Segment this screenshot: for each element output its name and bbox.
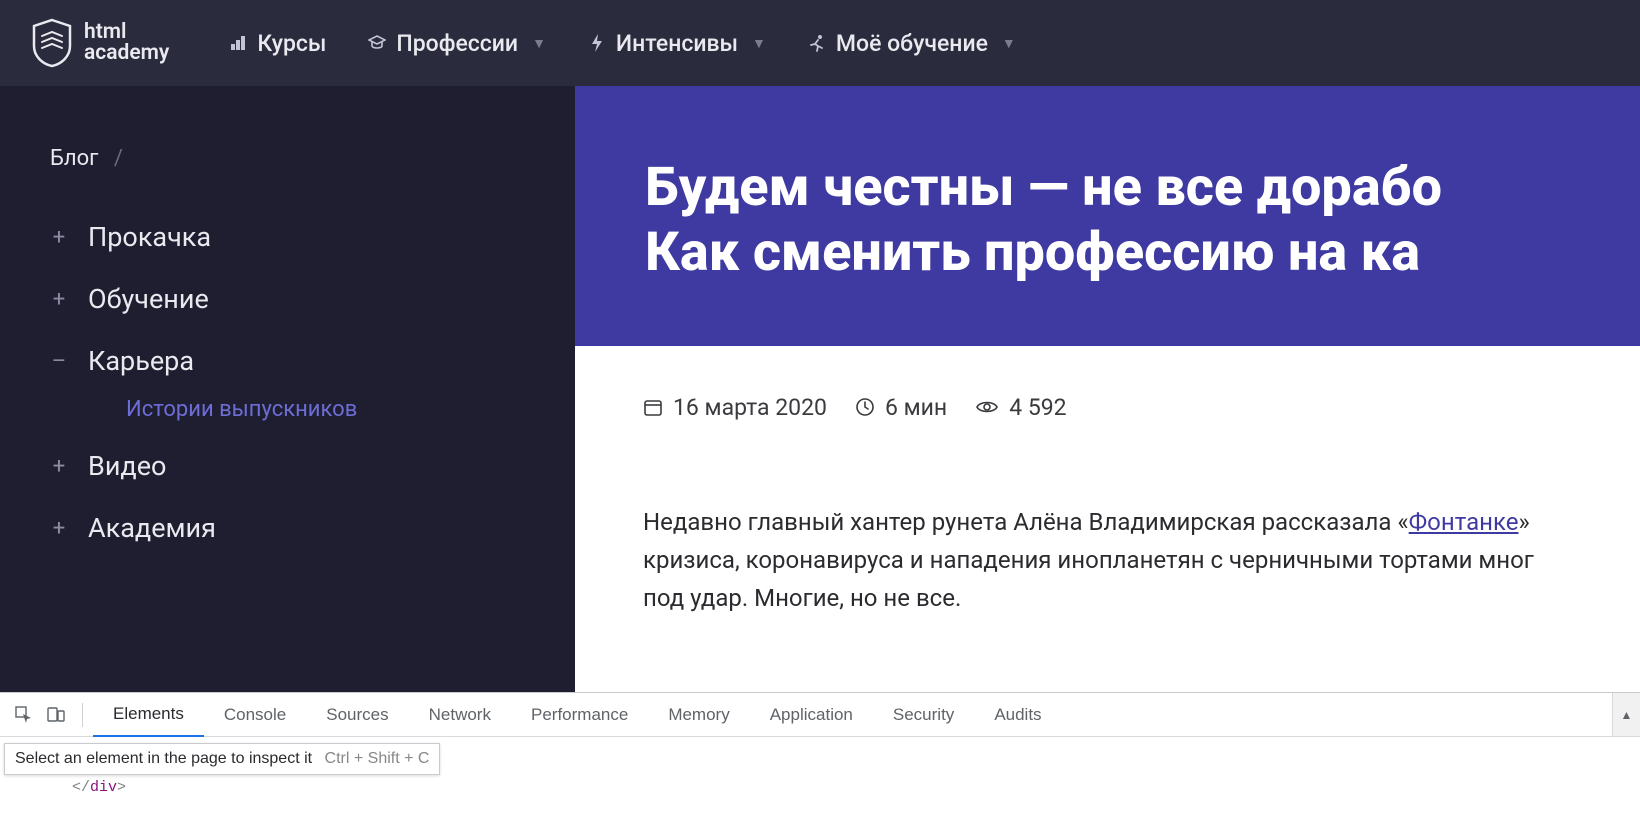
chevron-down-icon: ▼ <box>752 35 766 52</box>
nav-courses[interactable]: Курсы <box>229 30 326 57</box>
text-run: » <box>1518 508 1529 536</box>
minus-icon: – <box>50 349 68 374</box>
logo-text-line1: html <box>84 22 169 43</box>
tab-sources[interactable]: Sources <box>306 693 408 736</box>
user-running-icon <box>808 34 826 52</box>
plus-icon: + <box>50 287 68 312</box>
nav-my-learning[interactable]: Моё обучение ▼ <box>808 30 1016 57</box>
lightning-icon <box>588 34 606 52</box>
tab-audits[interactable]: Audits <box>974 693 1061 736</box>
title-line-2: Как сменить профессию на ка <box>645 221 1420 284</box>
paragraph: Недавно главный хантер рунета Алёна Влад… <box>643 503 1640 618</box>
sidebar-item-video[interactable]: + Видео <box>50 450 575 482</box>
plus-icon: + <box>50 225 68 250</box>
text-run: под удар. Многие, но не все. <box>643 584 961 612</box>
meta-views: 4 592 <box>975 394 1066 421</box>
tooltip-shortcut: Ctrl + Shift + C <box>325 750 430 767</box>
sidebar-item-karyera[interactable]: – Карьера <box>50 345 575 377</box>
calendar-icon <box>643 397 663 417</box>
tab-console[interactable]: Console <box>204 693 306 736</box>
sidebar-list: + Прокачка + Обучение – Карьера Истории … <box>50 221 575 544</box>
text-run: кризиса, коронавируса и нападения инопла… <box>643 546 1534 574</box>
sidebar-item-prokachka[interactable]: + Прокачка <box>50 221 575 253</box>
breadcrumb-root[interactable]: Блог <box>50 146 98 171</box>
article-meta: 16 марта 2020 6 мин 4 592 <box>575 346 1640 421</box>
logo[interactable]: html academy <box>30 18 169 68</box>
inspect-tooltip: Select an element in the page to inspect… <box>4 743 440 775</box>
link-fontanka[interactable]: Фонтанке <box>1409 508 1519 536</box>
tab-elements[interactable]: Elements <box>93 694 204 737</box>
code-bracket: > <box>117 779 126 796</box>
nav-label: Профессии <box>396 30 518 57</box>
tab-memory[interactable]: Memory <box>648 693 749 736</box>
nav-items: Курсы Профессии ▼ Интенсивы ▼ Моё обучен… <box>229 30 1015 57</box>
devtools-tabbar: Elements Console Sources Network Perform… <box>0 693 1640 737</box>
plus-icon: + <box>50 516 68 541</box>
inspect-element-button[interactable] <box>8 699 40 731</box>
breadcrumb-sep: / <box>114 146 123 171</box>
nav-label: Моё обучение <box>836 30 988 57</box>
scrollbar-up-icon[interactable]: ▲ <box>1612 693 1640 736</box>
plus-icon: + <box>50 454 68 479</box>
meta-views-value: 4 592 <box>1009 394 1066 421</box>
chevron-down-icon: ▼ <box>532 35 546 52</box>
article: Будем честны — не все дорабо Как сменить… <box>575 86 1640 692</box>
tab-application[interactable]: Application <box>750 693 873 736</box>
sidebar-sublist: Истории выпускников <box>126 397 575 422</box>
logo-shield-icon <box>30 18 74 68</box>
logo-text: html academy <box>84 22 169 64</box>
sidebar-subitem-istorii[interactable]: Истории выпускников <box>126 397 575 422</box>
sidebar-item-label: Карьера <box>88 345 194 377</box>
devtools-tooltip-row: Select an element in the page to inspect… <box>0 737 1640 775</box>
meta-date: 16 марта 2020 <box>643 394 827 421</box>
nav-professions[interactable]: Профессии ▼ <box>368 30 546 57</box>
divider <box>82 703 83 727</box>
sidebar-item-label: Прокачка <box>88 221 211 253</box>
article-body: Недавно главный хантер рунета Алёна Влад… <box>575 421 1640 618</box>
sidebar-item-akademiya[interactable]: + Академия <box>50 512 575 544</box>
tab-security[interactable]: Security <box>873 693 974 736</box>
title-line-1: Будем честны — не все дорабо <box>645 156 1442 219</box>
meta-readtime-value: 6 мин <box>885 394 947 421</box>
devtools-code-line: </div> <box>0 775 1640 796</box>
clock-icon <box>855 397 875 417</box>
nav-label: Интенсивы <box>616 30 738 57</box>
tab-performance[interactable]: Performance <box>511 693 648 736</box>
page-body: Блог / + Прокачка + Обучение – Карьера И… <box>0 86 1640 692</box>
meta-readtime: 6 мин <box>855 394 947 421</box>
code-bracket: </ <box>72 779 90 796</box>
code-tagname: div <box>90 779 117 796</box>
sidebar-item-label: Обучение <box>88 283 209 315</box>
toggle-device-button[interactable] <box>40 699 72 731</box>
sidebar-item-obuchenie[interactable]: + Обучение <box>50 283 575 315</box>
breadcrumb: Блог / <box>50 146 575 171</box>
article-title: Будем честны — не все дорабо Как сменить… <box>645 156 1640 286</box>
bars-icon <box>229 35 247 51</box>
text-run: Недавно главный хантер рунета Алёна Влад… <box>643 508 1409 536</box>
sidebar: Блог / + Прокачка + Обучение – Карьера И… <box>0 86 575 692</box>
tab-network[interactable]: Network <box>409 693 511 736</box>
graduation-icon <box>368 35 386 51</box>
article-hero: Будем честны — не все дорабо Как сменить… <box>575 86 1640 346</box>
sidebar-item-label: Академия <box>88 512 216 544</box>
devtools-panel: Elements Console Sources Network Perform… <box>0 692 1640 829</box>
eye-icon <box>975 397 999 417</box>
logo-text-line2: academy <box>84 43 169 64</box>
nav-label: Курсы <box>257 30 326 57</box>
sidebar-item-label: Видео <box>88 450 166 482</box>
nav-intensives[interactable]: Интенсивы ▼ <box>588 30 766 57</box>
meta-date-value: 16 марта 2020 <box>673 394 827 421</box>
top-navbar: html academy Курсы Профессии ▼ Интенсивы… <box>0 0 1640 86</box>
chevron-down-icon: ▼ <box>1002 35 1016 52</box>
tooltip-text: Select an element in the page to inspect… <box>15 750 312 767</box>
